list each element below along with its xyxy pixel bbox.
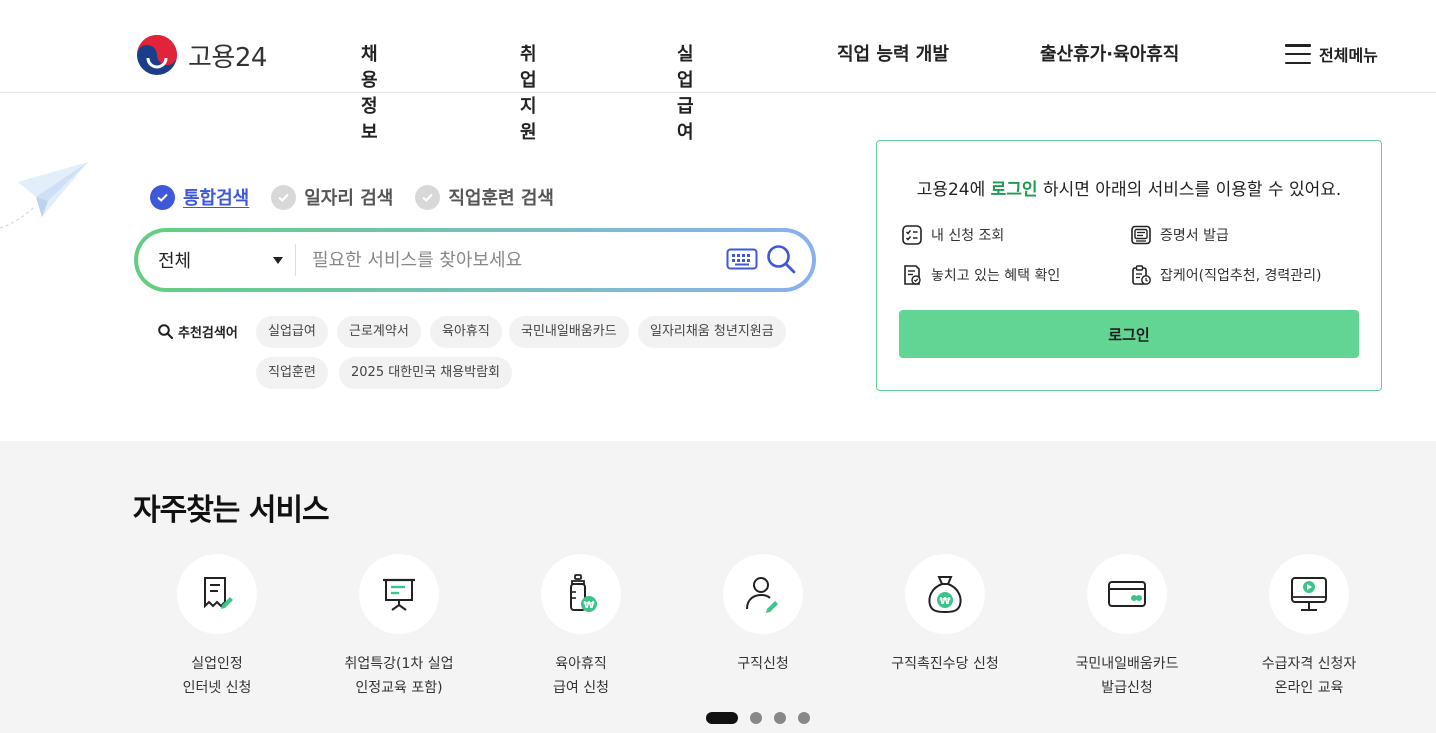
service-employment-lecture[interactable]: 취업특강(1차 실업 인정교육 포함) <box>309 554 489 700</box>
all-menu-button[interactable]: 전체메뉴 <box>1285 42 1378 66</box>
monitor-play-icon <box>1291 577 1327 611</box>
keyword-chip[interactable]: 육아휴직 <box>430 316 502 348</box>
service-job-seeking-allowance[interactable]: ₩ 구직촉진수당 신청 <box>855 554 1035 676</box>
login-service-label: 증명서 발급 <box>1160 228 1229 244</box>
checklist-icon <box>902 225 922 245</box>
certificate-icon <box>1131 225 1151 245</box>
service-icon-circle: ₩ <box>905 554 985 634</box>
login-message-highlight: 로그인 <box>990 180 1038 200</box>
service-icon-circle <box>177 554 257 634</box>
login-message-part: 하시면 아래의 서비스를 이용할 수 있어요. <box>1037 180 1342 200</box>
search-category-select[interactable]: 전체 <box>138 244 296 276</box>
money-bag-won-icon: ₩ <box>928 576 962 614</box>
check-circle-icon <box>415 184 441 210</box>
tab-integrated-search[interactable]: 통합검색 <box>150 184 249 210</box>
search-bar: 전체 <box>134 228 816 292</box>
person-pen-icon <box>746 577 778 613</box>
login-panel: 고용24에 로그인 하시면 아래의 서비스를 이용할 수 있어요. 내 신청 조… <box>876 140 1382 391</box>
login-service-label: 잡케어(직업추천, 경력관리) <box>1160 268 1322 284</box>
document-pen-icon <box>204 577 233 609</box>
service-icon-circle <box>1269 554 1349 634</box>
search-bar-inner: 전체 <box>138 232 812 288</box>
service-icon-circle <box>359 554 439 634</box>
presentation-board-icon <box>383 578 415 611</box>
taegeuk-logo-icon <box>137 35 177 75</box>
pager-dot-4[interactable] <box>798 712 810 724</box>
baby-bottle-won-icon: ₩ <box>570 574 597 612</box>
service-label: 구직촉진수당 신청 <box>891 656 999 672</box>
service-label: 실업인정 인터넷 신청 <box>182 656 252 696</box>
benefit-doc-icon <box>904 265 921 285</box>
service-parental-leave-benefit[interactable]: ₩ 육아휴직 급여 신청 <box>491 554 671 700</box>
keyword-chip[interactable]: 국민내일배움카드 <box>509 316 629 348</box>
service-job-application[interactable]: 구직신청 <box>673 554 853 676</box>
carousel-pagination <box>706 712 810 724</box>
service-label: 국민내일배움카드 발급신청 <box>1075 656 1179 696</box>
check-circle-icon <box>271 184 297 210</box>
login-service-label: 놓치고 있는 혜택 확인 <box>931 268 1061 284</box>
tab-training-search[interactable]: 직업훈련 검색 <box>415 184 554 210</box>
pager-dot-3[interactable] <box>774 712 786 724</box>
service-online-education[interactable]: 수급자격 신청자 온라인 교육 <box>1219 554 1399 700</box>
keyword-chip[interactable]: 2025 대한민국 채용박람회 <box>339 357 512 389</box>
nav-item-jobs[interactable]: 채용정보 <box>361 40 378 144</box>
service-icon-circle <box>1087 554 1167 634</box>
site-logo[interactable]: 고용24 <box>136 34 267 76</box>
keyword-chip[interactable]: 직업훈련 <box>256 357 328 389</box>
login-service-benefits[interactable]: 놓치고 있는 혜택 확인 <box>901 264 1060 286</box>
login-service-label: 내 신청 조회 <box>931 228 1005 244</box>
all-menu-label: 전체메뉴 <box>1319 46 1378 65</box>
keyword-chip[interactable]: 근로계약서 <box>337 316 421 348</box>
paper-plane-icon <box>0 162 88 229</box>
pager-dot-1[interactable] <box>706 712 738 724</box>
nav-item-vocational-training[interactable]: 직업 능력 개발 <box>837 40 949 66</box>
frequent-services-section: 자주찾는 서비스 실업인정 인터넷 신청 취업특강(1차 실업 인정교육 포함)… <box>0 441 1436 733</box>
service-icon-circle <box>723 554 803 634</box>
search-icon[interactable] <box>766 244 796 274</box>
logo-text: 고용24 <box>188 42 267 73</box>
pager-dot-2[interactable] <box>750 712 762 724</box>
recommended-title: 추천검색어 <box>158 322 238 341</box>
service-learning-card[interactable]: 국민내일배움카드 발급신청 <box>1037 554 1217 700</box>
tab-label: 통합검색 <box>183 188 250 209</box>
jobcare-icon <box>1132 265 1151 285</box>
search-input[interactable] <box>312 249 702 271</box>
login-service-my-applications[interactable]: 내 신청 조회 <box>901 224 1004 246</box>
card-icon <box>1108 581 1146 607</box>
service-unemployment-certification[interactable]: 실업인정 인터넷 신청 <box>127 554 307 700</box>
service-label: 취업특강(1차 실업 인정교육 포함) <box>344 656 454 696</box>
tab-label: 직업훈련 검색 <box>448 188 554 209</box>
recommended-title-text: 추천검색어 <box>178 326 238 341</box>
nav-item-unemployment-benefit[interactable]: 실업급여 <box>677 40 694 144</box>
tab-label: 일자리 검색 <box>304 188 394 209</box>
service-label: 구직신청 <box>737 656 789 672</box>
login-message-part: 고용24에 <box>916 180 991 200</box>
check-circle-icon <box>150 184 175 210</box>
login-service-certificate[interactable]: 증명서 발급 <box>1130 224 1229 246</box>
service-label: 수급자격 신청자 온라인 교육 <box>1261 656 1357 696</box>
login-message: 고용24에 로그인 하시면 아래의 서비스를 이용할 수 있어요. <box>877 175 1381 200</box>
login-service-jobcare[interactable]: 잡케어(직업추천, 경력관리) <box>1130 264 1322 286</box>
tab-job-search[interactable]: 일자리 검색 <box>271 184 393 210</box>
keyword-chip[interactable]: 실업급여 <box>256 316 328 348</box>
svg-text:₩: ₩ <box>939 596 950 607</box>
svg-text:₩: ₩ <box>583 600 594 611</box>
nav-item-parental-leave[interactable]: 출산휴가·육아휴직 <box>1040 40 1179 66</box>
nav-item-employment-support[interactable]: 취업지원 <box>520 40 537 144</box>
keyboard-icon[interactable] <box>726 248 758 270</box>
search-tabs: 통합검색 일자리 검색 직업훈련 검색 <box>150 184 554 210</box>
hamburger-icon <box>1285 44 1311 64</box>
service-icon-circle: ₩ <box>541 554 621 634</box>
select-value: 전체 <box>158 251 192 272</box>
section-title: 자주찾는 서비스 <box>133 493 330 528</box>
service-label: 육아휴직 급여 신청 <box>553 656 609 696</box>
caret-down-icon <box>273 256 283 264</box>
keyword-chip[interactable]: 일자리채움 청년지원금 <box>638 316 786 348</box>
search-icon <box>158 324 173 339</box>
login-button[interactable]: 로그인 <box>899 310 1359 358</box>
site-header: 고용24 채용정보 취업지원 실업급여 직업 능력 개발 출산휴가·육아휴직 전… <box>0 0 1436 143</box>
